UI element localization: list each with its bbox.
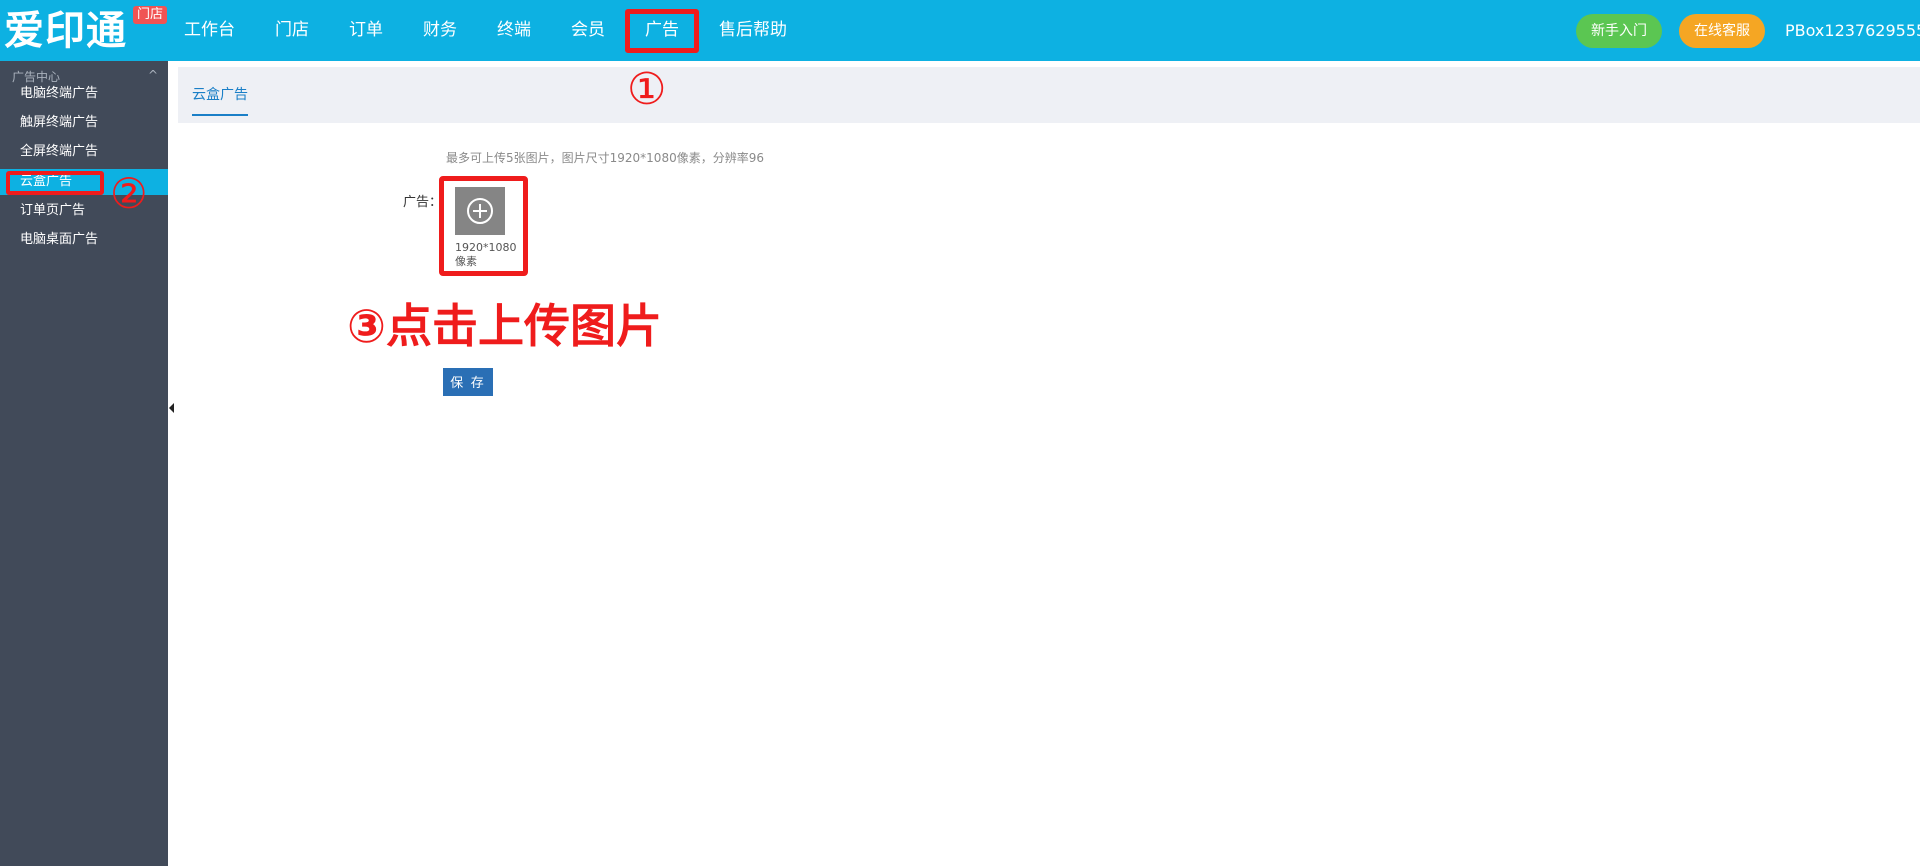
nav-workbench[interactable]: 工作台 <box>164 0 255 61</box>
logo[interactable]: 爱印通 <box>4 6 127 56</box>
sidebar-item-pc-terminal-ad[interactable]: 电脑终端广告 <box>0 81 168 107</box>
top-bar: 爱印通 门店 工作台 门店 订单 财务 终端 会员 广告 售后帮助 新手入门 在… <box>0 0 1920 61</box>
nav-store[interactable]: 门店 <box>255 0 329 61</box>
sidebar-item-touchscreen-ad[interactable]: 触屏终端广告 <box>0 110 168 136</box>
beginner-guide-button[interactable]: 新手入门 <box>1576 14 1662 48</box>
save-button[interactable]: 保 存 <box>443 368 493 396</box>
nav-ads[interactable]: 广告 <box>625 0 699 61</box>
nav-finance[interactable]: 财务 <box>403 0 477 61</box>
upload-image-button[interactable] <box>455 187 505 235</box>
annotation-step-3: ③点击上传图片 <box>347 299 662 353</box>
sidebar-item-fullscreen-ad[interactable]: 全屏终端广告 <box>0 139 168 165</box>
tab-bar: 云盒广告 <box>178 67 1920 123</box>
nav-terminal[interactable]: 终端 <box>477 0 551 61</box>
annotation-step-1: ① <box>627 64 667 115</box>
sidebar-toggle-icon[interactable] <box>169 403 174 413</box>
upload-hint: 最多可上传5张图片，图片尺寸1920*1080像素，分辨率96 <box>446 151 764 165</box>
plus-circle-icon <box>467 198 493 224</box>
online-service-button[interactable]: 在线客服 <box>1679 14 1765 48</box>
nav-orders[interactable]: 订单 <box>329 0 403 61</box>
nav-members[interactable]: 会员 <box>551 0 625 61</box>
username: PBox1237629555 <box>1785 21 1920 40</box>
main-nav: 工作台 门店 订单 财务 终端 会员 广告 售后帮助 <box>164 0 807 61</box>
user-account[interactable]: PBox1237629555 <box>1782 0 1920 61</box>
annotation-step-2: ② <box>110 169 148 218</box>
tab-cloudbox-ad[interactable]: 云盒广告 <box>192 67 248 116</box>
upload-size-caption: 1920*1080像素 <box>455 241 517 268</box>
store-badge: 门店 <box>133 6 168 24</box>
sidebar-item-desktop-ad[interactable]: 电脑桌面广告 <box>0 227 168 253</box>
nav-after-sales-help[interactable]: 售后帮助 <box>699 0 807 61</box>
ad-field-label: 广告： <box>403 195 443 210</box>
